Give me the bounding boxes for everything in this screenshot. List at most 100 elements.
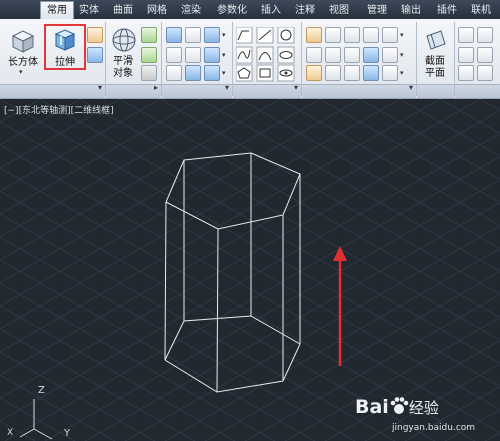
tab-parametric[interactable]: 参数化	[210, 2, 254, 19]
smooth-label-line2[interactable]: 对象	[108, 68, 138, 79]
copy-icon[interactable]	[363, 27, 379, 43]
scale-icon[interactable]	[344, 65, 360, 81]
3d-move-icon[interactable]	[325, 27, 341, 43]
group-footer-coordinates	[455, 84, 500, 98]
mesh-refine-icon[interactable]	[141, 47, 157, 63]
circle-icon[interactable]	[277, 27, 295, 44]
drawing-viewport[interactable]	[0, 99, 500, 441]
line-icon[interactable]	[256, 27, 274, 44]
extrude-faces-icon[interactable]	[204, 47, 220, 63]
expand-arrow-icon[interactable]: ▾	[98, 83, 102, 92]
tab-surface[interactable]: 曲面	[108, 2, 138, 19]
viewport-controls-label[interactable]: [−][东北等轴测][二维线框]	[4, 103, 114, 116]
expand-arrow-icon[interactable]: ▾	[294, 83, 298, 92]
tab-home[interactable]: 常用	[40, 1, 74, 19]
intersect-icon[interactable]	[166, 47, 182, 63]
mirror-icon[interactable]	[325, 47, 341, 63]
expand-arrow-icon[interactable]: ▸	[154, 83, 158, 92]
watermark-brand: Bai	[355, 396, 389, 418]
polyline-icon[interactable]	[236, 27, 253, 44]
ucs-world-icon[interactable]	[477, 27, 493, 43]
group-footer-solid-edit: ▾	[162, 83, 232, 98]
tab-annotate[interactable]: 注释	[290, 2, 320, 19]
spline-icon[interactable]	[236, 46, 253, 64]
smooth-label-line1[interactable]: 平滑	[108, 56, 138, 67]
separate-icon[interactable]	[204, 65, 220, 81]
group-footer-draw: ▾	[233, 83, 301, 98]
tab-solid[interactable]: 实体	[74, 2, 104, 19]
mesh-add-icon[interactable]	[141, 27, 157, 43]
tab-output[interactable]: 输出	[396, 2, 426, 19]
watermark-cn: 经验	[408, 399, 439, 417]
polysolid-icon[interactable]	[87, 27, 103, 43]
group-divider	[301, 22, 302, 96]
box-button-label[interactable]: 长方体	[4, 57, 42, 68]
pencil-icon[interactable]	[306, 65, 322, 81]
expand-arrow-icon[interactable]: ▾	[409, 83, 413, 92]
subtract-icon[interactable]	[185, 27, 201, 43]
array-icon[interactable]	[363, 65, 379, 81]
tab-manage[interactable]: 管理	[362, 2, 392, 19]
ucs-icon[interactable]	[458, 27, 474, 43]
trim-icon[interactable]	[382, 27, 398, 43]
extract-edges-icon[interactable]	[204, 27, 220, 43]
arc-icon[interactable]	[256, 46, 274, 64]
extrude-highlight-box	[44, 24, 86, 70]
box-dropdown-icon[interactable]: ▾	[19, 68, 23, 76]
group-footer-modify: ▾	[302, 83, 416, 98]
3d-align-icon[interactable]	[325, 65, 341, 81]
axis-z-label: Z	[38, 385, 45, 396]
ucs-origin-icon[interactable]	[458, 47, 474, 63]
ucs-object-icon[interactable]	[458, 65, 474, 81]
expand-arrow-icon[interactable]: ▾	[225, 83, 229, 92]
solid-edit-dropdown-icon[interactable]: ▾	[222, 31, 226, 39]
paw-icon	[390, 397, 409, 414]
solid-edit-dropdown-icon[interactable]: ▾	[222, 69, 226, 77]
mesh-crease-icon[interactable]	[141, 65, 157, 81]
solid-edit-dropdown-icon[interactable]: ▾	[222, 51, 226, 59]
ucs-face-icon[interactable]	[477, 65, 493, 81]
move-icon[interactable]	[344, 27, 360, 43]
smooth-object-icon[interactable]	[111, 27, 137, 53]
baidu-watermark: Bai 经验	[355, 396, 439, 418]
section-plane-icon[interactable]	[424, 28, 448, 52]
stretch-icon[interactable]	[363, 47, 379, 63]
ribbon-tab-bar: 常用 实体 曲面 网格 渲染 参数化 插入 注释 视图 管理 输出 插件 联机	[0, 0, 500, 19]
ellipse-icon[interactable]	[277, 46, 295, 64]
tab-online[interactable]: 联机	[466, 2, 496, 19]
interfere-icon[interactable]	[185, 47, 201, 63]
slice-icon[interactable]	[166, 65, 182, 81]
group-divider	[454, 22, 455, 96]
section-label-line1[interactable]: 截面	[418, 56, 452, 67]
thicken-icon[interactable]	[185, 65, 201, 81]
section-label-line2[interactable]: 平面	[418, 68, 452, 79]
group-divider	[105, 22, 106, 96]
modify-dropdown-icon[interactable]: ▾	[400, 51, 404, 59]
rectangle-icon[interactable]	[256, 64, 274, 82]
modify-dropdown-icon[interactable]: ▾	[400, 69, 404, 77]
presspull-icon[interactable]	[87, 47, 103, 63]
group-footer-section	[417, 84, 454, 98]
eye-icon[interactable]	[277, 64, 295, 82]
viewport-grid	[0, 99, 500, 441]
group-footer-modeling: ▾	[0, 83, 105, 98]
ucs-view-icon[interactable]	[477, 47, 493, 63]
box-icon[interactable]	[9, 27, 37, 55]
fillet-icon[interactable]	[382, 47, 398, 63]
tab-mesh[interactable]: 网格	[142, 2, 172, 19]
3d-rotate-icon[interactable]	[306, 47, 322, 63]
group-divider	[232, 22, 233, 96]
offset-icon[interactable]	[382, 65, 398, 81]
polygon-icon[interactable]	[236, 64, 253, 82]
rotate-icon[interactable]	[344, 47, 360, 63]
tab-insert[interactable]: 插入	[256, 2, 286, 19]
tab-view[interactable]: 视图	[324, 2, 354, 19]
union-icon[interactable]	[166, 27, 182, 43]
tab-render[interactable]: 渲染	[176, 2, 206, 19]
axis-x-label: X	[7, 428, 14, 438]
tab-plugins[interactable]: 插件	[432, 2, 462, 19]
watermark-url: jingyan.baidu.com	[392, 423, 476, 433]
erase-icon[interactable]	[306, 27, 322, 43]
modify-dropdown-icon[interactable]: ▾	[400, 31, 404, 39]
draw-tools-icons	[236, 27, 295, 82]
